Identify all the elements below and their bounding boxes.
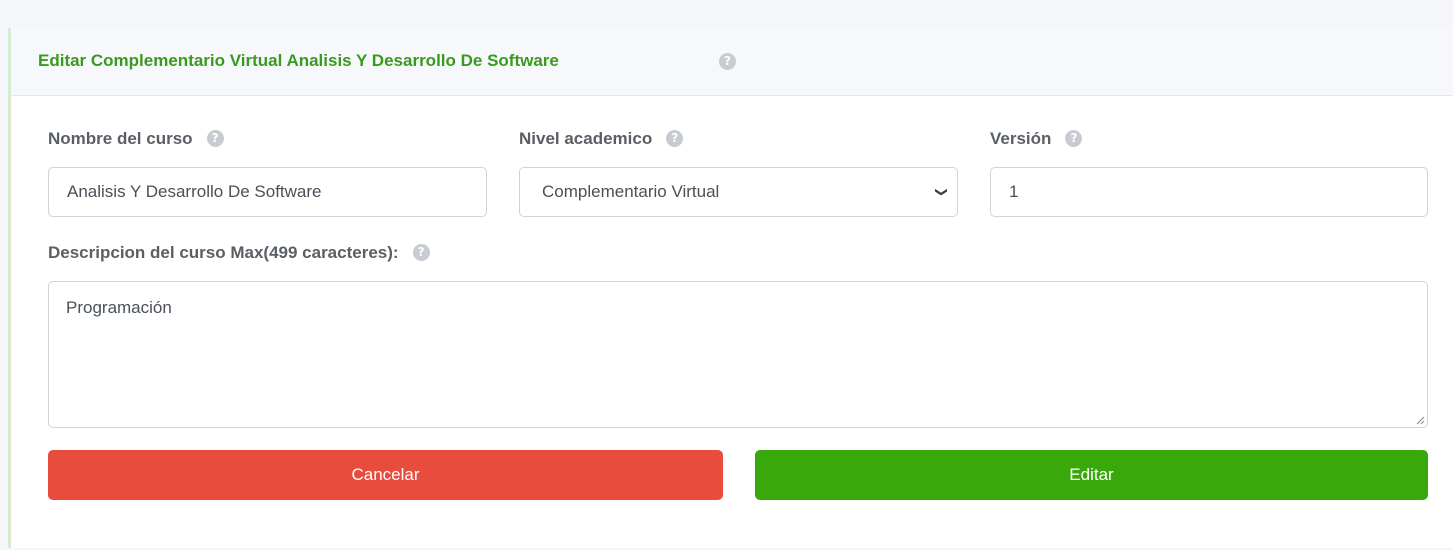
question-circle-icon[interactable]: ? <box>206 130 224 148</box>
course-name-input[interactable]: Analisis Y Desarrollo De Software <box>48 167 487 217</box>
description-label-text: Descripcion del curso Max(499 caracteres… <box>48 243 399 262</box>
page-background: Editar Complementario Virtual Analisis Y… <box>0 0 1453 550</box>
course-name-value: Analisis Y Desarrollo De Software <box>67 182 322 201</box>
edit-course-card: Editar Complementario Virtual Analisis Y… <box>8 28 1453 548</box>
version-value: 1 <box>1009 182 1019 201</box>
academic-level-label: Nivel academico? <box>519 129 684 149</box>
edit-button[interactable]: Editar <box>755 450 1428 500</box>
question-circle-icon[interactable]: ? <box>1065 130 1083 148</box>
card-header: Editar Complementario Virtual Analisis Y… <box>11 28 1453 96</box>
course-name-label-text: Nombre del curso <box>48 129 193 148</box>
cancel-button[interactable]: Cancelar <box>48 450 723 500</box>
question-circle-icon[interactable]: ? <box>412 244 430 262</box>
academic-level-select[interactable]: Complementario Virtual ❯ <box>519 167 958 217</box>
version-label-text: Versión <box>990 129 1052 148</box>
version-input[interactable]: 1 <box>990 167 1428 217</box>
chevron-down-icon: ❯ <box>934 186 949 198</box>
course-name-label: Nombre del curso? <box>48 129 224 149</box>
academic-level-label-text: Nivel academico <box>519 129 653 148</box>
description-label: Descripcion del curso Max(499 caracteres… <box>48 243 430 263</box>
description-textarea[interactable]: Programación <box>48 281 1428 428</box>
question-circle-icon[interactable]: ? <box>719 53 736 70</box>
description-value: Programación <box>66 298 172 317</box>
resize-handle-icon[interactable] <box>1415 415 1425 425</box>
version-label: Versión? <box>990 129 1083 149</box>
card-title: Editar Complementario Virtual Analisis Y… <box>38 51 559 70</box>
academic-level-selected: Complementario Virtual <box>542 182 720 201</box>
question-circle-icon[interactable]: ? <box>666 130 684 148</box>
